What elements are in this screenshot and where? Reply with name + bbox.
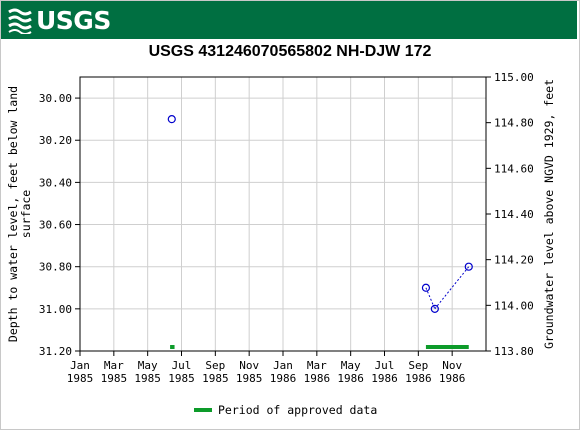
x-tick-label-year: 1986: [270, 372, 297, 385]
y-left-tick-label: 31.20: [39, 345, 72, 358]
y-left-tick-label: 30.40: [39, 176, 72, 189]
y-right-axis-title: Groundwater level above NGVD 1929, feet: [542, 79, 556, 349]
approved-period-bar: [170, 345, 175, 349]
legend-approved-label: Period of approved data: [218, 403, 378, 417]
x-tick-label-year: 1985: [101, 372, 128, 385]
x-tick-label-year: 1985: [168, 372, 195, 385]
y-right-tick-label: 114.20: [494, 254, 534, 267]
x-tick-label-year: 1986: [439, 372, 466, 385]
x-tick-label-month: Mar: [104, 359, 124, 372]
y-right-tick-label: 113.80: [494, 345, 534, 358]
x-tick-label-month: Jul: [172, 359, 192, 372]
x-tick-label-month: Mar: [307, 359, 327, 372]
x-tick-label-month: Jan: [273, 359, 293, 372]
y-right-tick-label: 114.00: [494, 299, 534, 312]
x-tick-label-month: Nov: [442, 359, 462, 372]
x-tick-label-month: Jan: [70, 359, 90, 372]
y-right-tick-label: 114.80: [494, 117, 534, 130]
y-right-tick-label: 114.60: [494, 162, 534, 175]
x-tick-label-year: 1985: [67, 372, 94, 385]
x-tick-label-year: 1986: [304, 372, 331, 385]
y-left-axis-title: Depth to water level, feet below landsur…: [6, 86, 33, 342]
x-tick-label-year: 1986: [371, 372, 398, 385]
x-tick-label-month: Jul: [375, 359, 395, 372]
x-tick-label-month: Sep: [408, 359, 428, 372]
x-tick-label-year: 1985: [134, 372, 161, 385]
x-tick-label-month: Nov: [239, 359, 259, 372]
x-tick-label-year: 1985: [236, 372, 263, 385]
chart-svg: 30.00 30.20 30.40 30.60 30.80 31.00 31.20 115.0…: [6, 71, 556, 385]
legend: Period of approved data: [194, 402, 377, 418]
y-left-tick-label: 30.80: [39, 261, 72, 274]
x-tick-label-month: Sep: [205, 359, 225, 372]
y-left-tick-label: 31.00: [39, 303, 72, 316]
y-left-axis-title-line2: surface: [19, 190, 33, 239]
y-left-tick-label: 30.20: [39, 134, 72, 147]
y-left-axis-title-line1: Depth to water level, feet below land: [6, 86, 20, 342]
x-tick-label-month: May: [341, 359, 361, 372]
legend-approved-swatch: [194, 408, 212, 412]
y-right-tick-label: 115.00: [494, 71, 534, 84]
y-right-tick-label: 114.40: [494, 208, 534, 221]
approved-period-bar: [425, 345, 469, 349]
x-tick-label-month: May: [138, 359, 158, 372]
x-tick-label-year: 1986: [337, 372, 364, 385]
x-tick-label-year: 1986: [405, 372, 432, 385]
y-left-tick-label: 30.60: [39, 219, 72, 232]
x-tick-label-year: 1985: [202, 372, 229, 385]
y-left-tick-label: 30.00: [39, 92, 72, 105]
